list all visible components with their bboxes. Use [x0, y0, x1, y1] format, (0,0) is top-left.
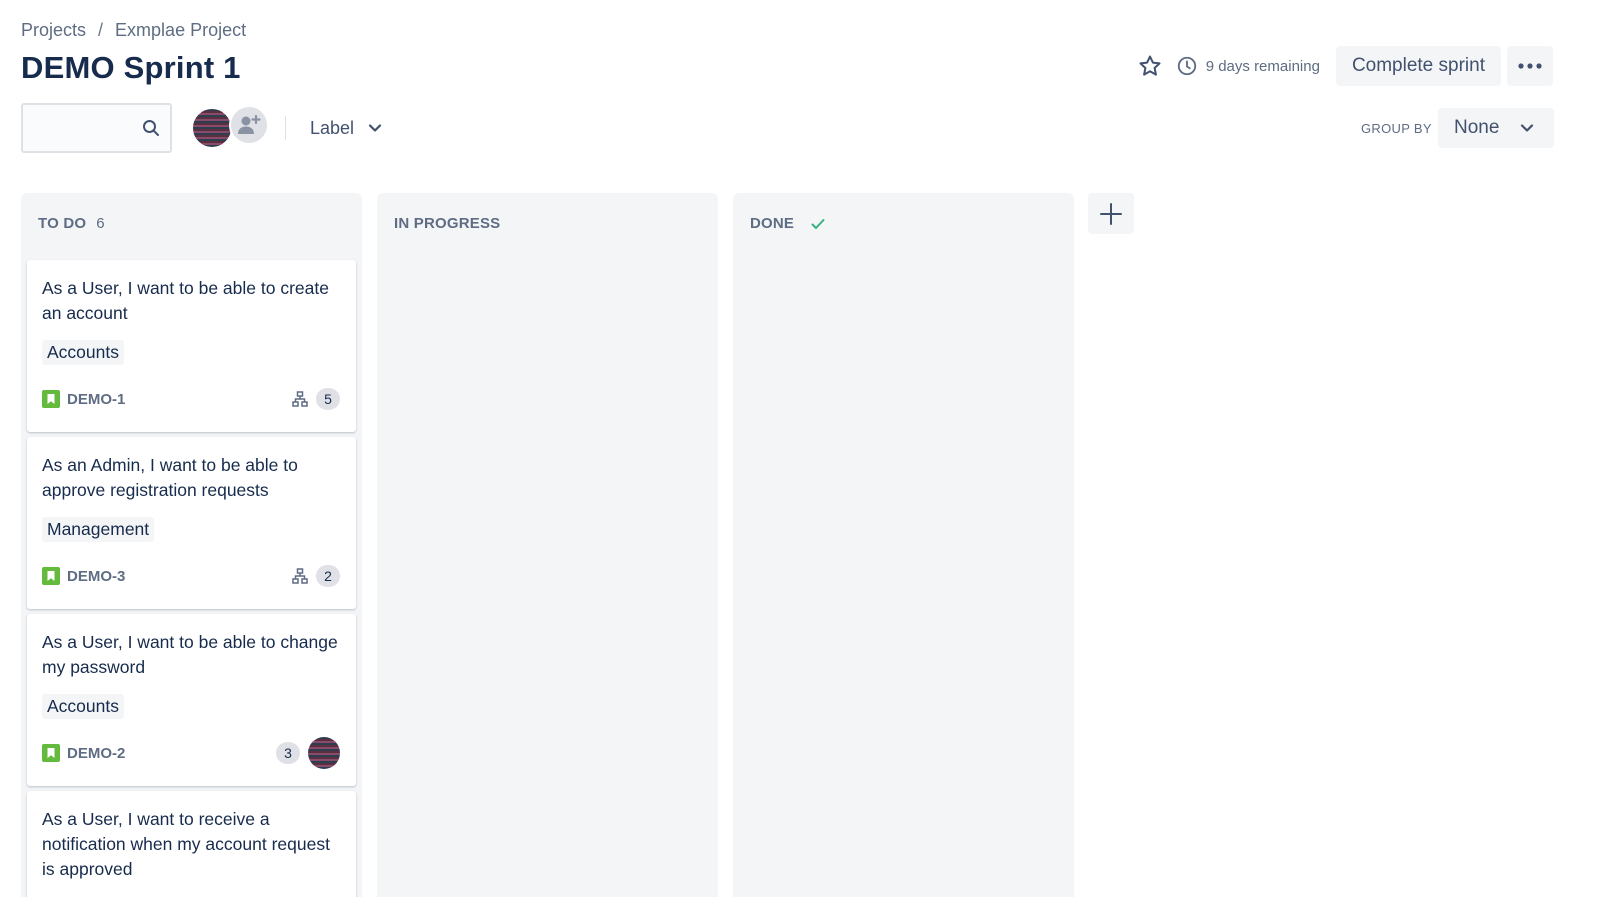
issue-key: DEMO-1 [42, 390, 125, 408]
issue-key: DEMO-3 [42, 567, 125, 585]
board-column-in-progress: IN PROGRESS [377, 193, 718, 897]
column-title: TO DO [38, 215, 87, 232]
column-title: IN PROGRESS [394, 215, 501, 232]
column-title: DONE [750, 215, 795, 232]
issue-key-text: DEMO-1 [67, 390, 126, 408]
issue-summary: As an Admin, I want to be able to approv… [42, 455, 298, 500]
breadcrumb-project-link[interactable]: Exmplae Project [115, 20, 246, 41]
issue-card[interactable]: As a User, I want to receive a notificat… [27, 791, 356, 897]
column-header: IN PROGRESS [394, 215, 500, 232]
board-column-done: DONE [733, 193, 1074, 897]
breadcrumb: Projects / Exmplae Project [21, 20, 246, 41]
clock-icon [1177, 56, 1196, 76]
issue-label: Management [42, 517, 155, 542]
story-icon [42, 567, 60, 585]
plus-icon [1100, 202, 1122, 225]
subtask-icon [292, 568, 308, 584]
subtask-count-badge: 5 [316, 388, 340, 410]
chevron-down-icon [1520, 124, 1534, 132]
card-meta: 3 [276, 737, 340, 769]
issue-label: Accounts [42, 340, 124, 365]
column-header: TO DO 6 [38, 215, 105, 232]
breadcrumb-projects-link[interactable]: Projects [21, 20, 86, 41]
subtask-count-badge: 2 [316, 565, 340, 587]
estimate-badge: 3 [276, 742, 300, 764]
group-by-label: GROUP BY [1361, 121, 1432, 136]
card-footer: DEMO-2 3 [42, 737, 340, 769]
story-icon [42, 744, 60, 762]
assignee-avatar[interactable] [308, 737, 340, 769]
card-footer: DEMO-3 2 [42, 563, 340, 589]
check-icon [811, 218, 825, 229]
board-column-todo: TO DO 6 As a User, I want to be able to … [21, 193, 362, 897]
issue-key-text: DEMO-2 [67, 744, 126, 762]
page-title: DEMO Sprint 1 [21, 50, 241, 85]
breadcrumb-separator: / [98, 20, 104, 40]
star-icon [1139, 55, 1161, 76]
issue-key-text: DEMO-3 [67, 567, 126, 585]
label-filter-dropdown[interactable]: Label [298, 112, 394, 144]
story-icon [42, 390, 60, 408]
card-meta: 2 [292, 565, 340, 587]
header-actions: 9 days remaining Complete sprint [1132, 46, 1553, 86]
search-input[interactable] [23, 105, 133, 151]
filter-divider [285, 116, 286, 140]
avatar[interactable] [191, 107, 233, 149]
label-filter-text: Label [310, 117, 355, 138]
star-button[interactable] [1132, 48, 1168, 84]
sprint-remaining: 9 days remaining [1176, 55, 1320, 77]
more-icon [1518, 63, 1542, 69]
issue-card[interactable]: As a User, I want to be able to create a… [27, 260, 356, 432]
column-header: DONE [750, 215, 826, 232]
column-issue-count: 6 [96, 215, 105, 232]
more-actions-button[interactable] [1507, 46, 1553, 86]
issue-summary: As a User, I want to be able to create a… [42, 278, 329, 323]
issue-label: Accounts [42, 694, 124, 719]
search-icon [143, 120, 159, 136]
issue-card[interactable]: As an Admin, I want to be able to approv… [27, 437, 356, 609]
add-people-button[interactable] [229, 105, 269, 145]
group-by-select[interactable]: None [1438, 108, 1554, 148]
remaining-text: 9 days remaining [1205, 57, 1320, 75]
issue-card[interactable]: As a User, I want to be able to change m… [27, 614, 356, 786]
issue-summary: As a User, I want to be able to change m… [42, 632, 338, 677]
issue-summary: As a User, I want to receive a notificat… [42, 809, 330, 879]
issue-key: DEMO-2 [42, 744, 125, 762]
add-column-button[interactable] [1088, 193, 1134, 234]
card-footer: DEMO-1 5 [42, 386, 340, 412]
chevron-down-icon [368, 124, 382, 132]
add-person-icon [238, 114, 261, 134]
group-by-value: None [1454, 117, 1500, 138]
card-meta: 5 [292, 388, 340, 410]
complete-sprint-button[interactable]: Complete sprint [1335, 46, 1501, 86]
search-box [21, 103, 172, 153]
subtask-icon [292, 391, 308, 407]
